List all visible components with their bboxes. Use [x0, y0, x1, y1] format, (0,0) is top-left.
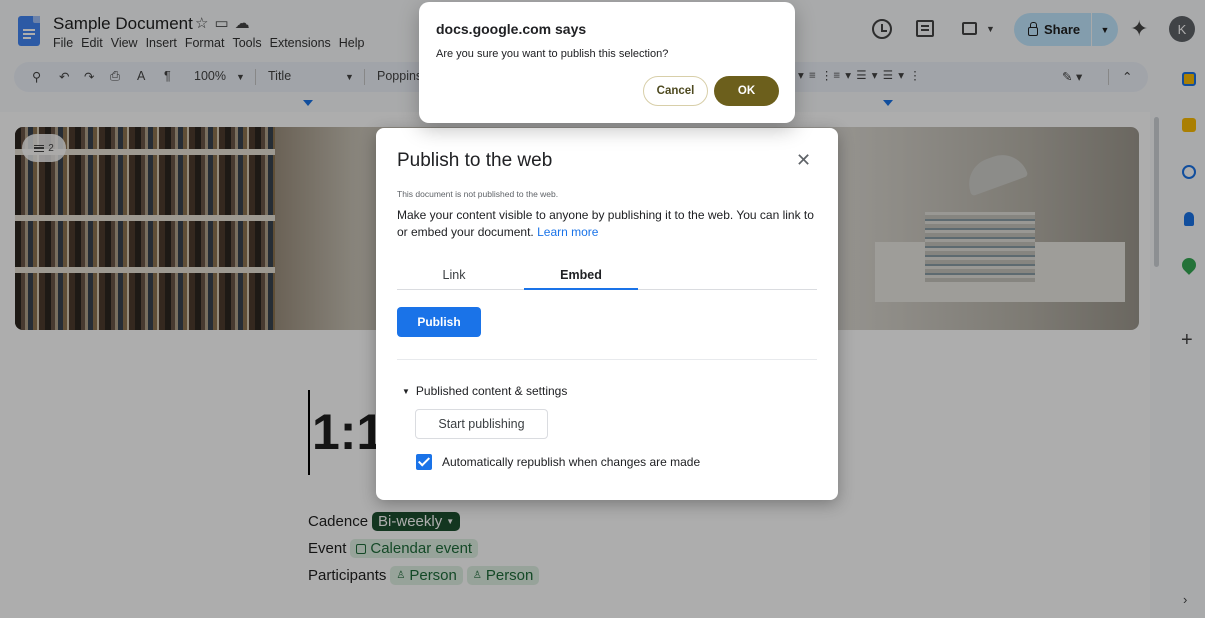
learn-more-link[interactable]: Learn more: [537, 225, 598, 239]
section-title: Published content & settings: [415, 384, 568, 398]
publish-to-web-dialog: Publish to the web ✕ This document is no…: [376, 128, 838, 500]
divider: [397, 359, 817, 360]
confirm-alert: docs.google.com says Are you sure you wa…: [419, 2, 795, 123]
description-text: Make your content visible to anyone by p…: [397, 208, 814, 239]
publish-tabs: Link Embed: [397, 259, 817, 290]
start-publishing-button[interactable]: Start publishing: [415, 409, 548, 439]
tab-embed[interactable]: Embed: [524, 268, 638, 282]
tab-link[interactable]: Link: [397, 268, 511, 282]
alert-title: docs.google.com says: [436, 21, 587, 37]
auto-republish-label: Automatically republish when changes are…: [442, 455, 701, 469]
publish-status: This document is not published to the we…: [397, 189, 559, 199]
auto-republish-row: Automatically republish when changes are…: [416, 454, 700, 470]
publish-description: Make your content visible to anyone by p…: [397, 207, 817, 241]
cancel-button[interactable]: Cancel: [643, 76, 708, 106]
close-icon[interactable]: ✕: [796, 150, 811, 171]
auto-republish-checkbox[interactable]: [416, 454, 432, 470]
published-settings-toggle[interactable]: ▼ Published content & settings: [402, 384, 567, 398]
ok-button[interactable]: OK: [714, 76, 779, 106]
dialog-title: Publish to the web: [397, 150, 553, 171]
alert-message: Are you sure you want to publish this se…: [436, 48, 669, 60]
active-tab-indicator: [524, 288, 638, 290]
publish-button[interactable]: Publish: [397, 307, 481, 337]
caret-down-icon: ▼: [402, 386, 410, 396]
